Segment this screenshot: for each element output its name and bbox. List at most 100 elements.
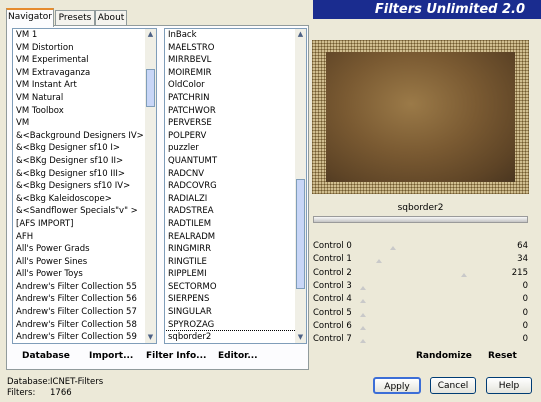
control-slider[interactable] xyxy=(360,243,488,252)
control-label: Control 3 xyxy=(313,280,352,291)
list-item[interactable]: VM Extravaganza xyxy=(13,67,156,80)
editor-button[interactable]: Editor... xyxy=(218,351,258,361)
list-item[interactable]: Andrew's Filter Collection 59 xyxy=(13,331,156,343)
slider-tick-icon[interactable] xyxy=(360,299,366,304)
list-item[interactable]: MAELSTRO xyxy=(165,42,306,55)
list-item[interactable]: VM Toolbox xyxy=(13,105,156,118)
slider-tick-icon[interactable] xyxy=(360,339,366,344)
list-item[interactable]: POLPERV xyxy=(165,130,306,143)
list-item[interactable]: RADCNV xyxy=(165,168,306,181)
control-label: Control 6 xyxy=(313,320,352,331)
list-item[interactable]: All's Power Grads xyxy=(13,243,156,256)
control-value: 0 xyxy=(522,280,528,291)
list-item[interactable]: All's Power Sines xyxy=(13,256,156,269)
list-item[interactable]: RADIALZI xyxy=(165,193,306,206)
list-item[interactable]: SECTORMO xyxy=(165,281,306,294)
filter-list[interactable]: InBack MAELSTRO MIRRBEVL MOIREMIR OldColor PA… xyxy=(164,28,307,344)
help-button[interactable]: Help xyxy=(486,377,532,394)
control-slider[interactable] xyxy=(360,323,488,332)
slider-tick-icon[interactable] xyxy=(390,246,396,250)
tab-navigator[interactable]: Navigator xyxy=(6,8,54,27)
list-item[interactable]: VM Natural xyxy=(13,92,156,105)
scroll-up-icon[interactable]: ▲ xyxy=(295,29,306,40)
list-item[interactable]: VM Experimental xyxy=(13,54,156,67)
list-item[interactable]: &<Bkg Kaleidoscope> xyxy=(13,193,156,206)
list-item[interactable]: &<Bkg Designer sf10 I> xyxy=(13,142,156,155)
filter-scrollbar[interactable]: ▲ ▼ xyxy=(295,29,306,343)
filter-info-button[interactable]: Filter Info... xyxy=(146,351,206,361)
list-item[interactable]: Andrew's Filter Collection 55 xyxy=(13,281,156,294)
list-item[interactable]: RINGTILE xyxy=(165,256,306,269)
control-value: 64 xyxy=(517,241,528,251)
list-item[interactable]: SINGULAR xyxy=(165,306,306,319)
control-slider[interactable] xyxy=(360,296,488,305)
tab-about[interactable]: About xyxy=(95,10,127,25)
import-button[interactable]: Import... xyxy=(89,351,133,361)
list-item[interactable]: PERVERSE xyxy=(165,117,306,130)
list-item[interactable]: RINGMIRR xyxy=(165,243,306,256)
list-item[interactable]: VM 1 xyxy=(13,29,156,42)
control-slider[interactable] xyxy=(360,283,488,292)
list-item[interactable]: [AFS IMPORT] xyxy=(13,218,156,231)
list-item[interactable]: sqborder2 xyxy=(165,330,306,343)
list-item[interactable]: &<Background Designers IV> xyxy=(13,130,156,143)
scroll-up-icon[interactable]: ▲ xyxy=(145,29,156,40)
list-item[interactable]: All's Power Toys xyxy=(13,268,156,281)
category-scrollbar[interactable]: ▲ ▼ xyxy=(145,29,156,343)
list-item[interactable]: Andrew's Filter Collection 57 xyxy=(13,306,156,319)
list-item[interactable]: InBack xyxy=(165,29,306,42)
category-list[interactable]: VM 1 VM Distortion VM Experimental VM Extra… xyxy=(12,28,157,344)
list-item[interactable]: puzzler xyxy=(165,142,306,155)
scroll-down-icon[interactable]: ▼ xyxy=(295,332,306,343)
list-item[interactable]: RIPPLEMI xyxy=(165,268,306,281)
list-item[interactable]: SPYROZAG xyxy=(165,319,306,332)
slider-tick-icon[interactable] xyxy=(360,325,366,330)
list-item[interactable]: RADTILEM xyxy=(165,218,306,231)
list-item[interactable]: REALRADM xyxy=(165,231,306,244)
list-item[interactable]: AFH xyxy=(13,231,156,244)
control-label: Control 0 xyxy=(313,241,352,251)
list-item[interactable]: MOIREMIR xyxy=(165,67,306,80)
list-item[interactable]: RADSTREA xyxy=(165,205,306,218)
control-slider[interactable] xyxy=(360,256,488,265)
control-slider[interactable] xyxy=(360,336,488,345)
cancel-button[interactable]: Cancel xyxy=(430,377,476,394)
database-status-label: Database: xyxy=(7,377,51,387)
filter-scroll-thumb[interactable] xyxy=(296,179,305,289)
list-item[interactable]: Andrew's Filter Collection 56 xyxy=(13,293,156,306)
control-value: 0 xyxy=(522,334,528,345)
list-item[interactable]: &<Bkg Designers sf10 IV> xyxy=(13,180,156,193)
list-item[interactable]: Andrew's Filter Collection 58 xyxy=(13,319,156,332)
list-item[interactable]: SIERPENS xyxy=(165,293,306,306)
filters-status-value: 1766 xyxy=(50,388,72,398)
apply-button[interactable]: Apply xyxy=(373,377,421,394)
control-value: 34 xyxy=(517,254,528,265)
category-scroll-thumb[interactable] xyxy=(146,69,155,107)
list-item[interactable]: &<Sandflower Specials"v" > xyxy=(13,205,156,218)
list-item[interactable]: &<BKg Designer sf10 II> xyxy=(13,155,156,168)
slider-tick-icon[interactable] xyxy=(376,259,382,264)
list-item[interactable]: OldColor xyxy=(165,79,306,92)
control-slider[interactable] xyxy=(360,310,488,319)
tab-presets[interactable]: Presets xyxy=(55,10,95,25)
list-item[interactable]: VM Distortion xyxy=(13,42,156,55)
control-label: Control 7 xyxy=(313,334,352,345)
list-item[interactable]: RADCOVRG xyxy=(165,180,306,193)
slider-tick-icon[interactable] xyxy=(360,312,366,317)
list-item[interactable]: VM Instant Art xyxy=(13,79,156,92)
reset-button[interactable]: Reset xyxy=(488,351,517,361)
filter-name-label: sqborder2 xyxy=(397,203,444,213)
list-item[interactable]: VM xyxy=(13,117,156,130)
list-item[interactable]: PATCHRIN xyxy=(165,92,306,105)
database-button[interactable]: Database xyxy=(22,351,70,361)
list-item[interactable]: &<Bkg Designer sf10 III> xyxy=(13,168,156,181)
list-item[interactable]: QUANTUMT xyxy=(165,155,306,168)
randomize-button[interactable]: Randomize xyxy=(416,351,472,361)
list-item[interactable]: MIRRBEVL xyxy=(165,54,306,67)
list-item[interactable]: PATCHWOR xyxy=(165,105,306,118)
slider-tick-icon[interactable] xyxy=(461,272,467,277)
control-slider[interactable] xyxy=(360,270,488,279)
control-label: Control 2 xyxy=(313,267,352,278)
slider-tick-icon[interactable] xyxy=(360,285,366,290)
scroll-down-icon[interactable]: ▼ xyxy=(145,332,156,343)
